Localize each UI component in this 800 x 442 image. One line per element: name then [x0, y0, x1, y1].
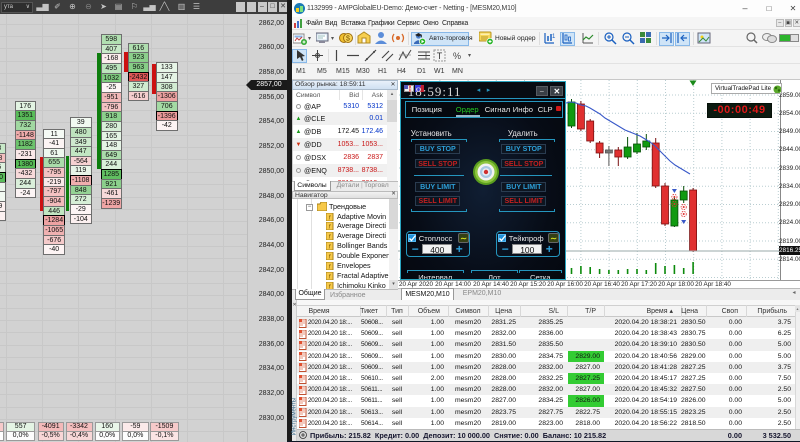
- svg-text:1: 1: [552, 34, 556, 40]
- svg-text:$: $: [346, 36, 350, 43]
- svg-text:%: %: [453, 51, 461, 61]
- svg-text:T: T: [437, 51, 443, 61]
